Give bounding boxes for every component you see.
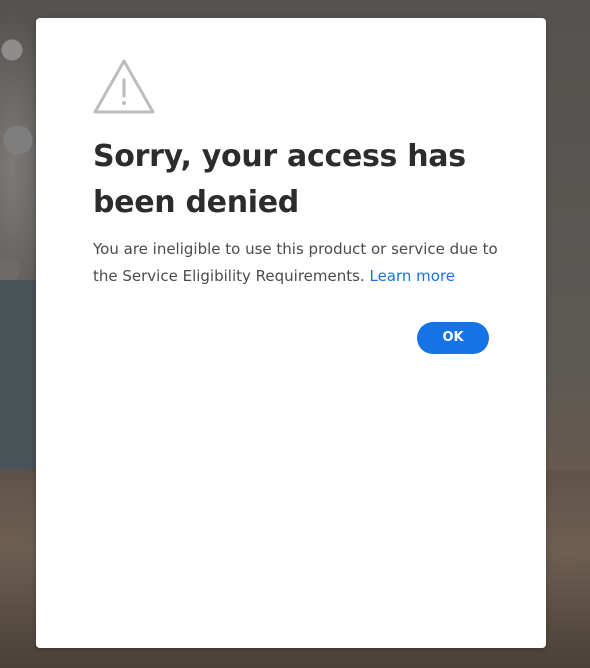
background-plant bbox=[0, 20, 34, 300]
background-vase bbox=[0, 280, 36, 480]
alert-triangle-icon bbox=[93, 59, 155, 114]
access-denied-dialog: Sorry, your access has been denied You a… bbox=[36, 18, 546, 648]
dialog-title: Sorry, your access has been denied bbox=[93, 139, 466, 220]
dialog-message: You are ineligible to use this product o… bbox=[93, 236, 513, 290]
learn-more-link[interactable]: Learn more bbox=[369, 267, 455, 285]
ok-button[interactable]: OK bbox=[417, 322, 489, 354]
